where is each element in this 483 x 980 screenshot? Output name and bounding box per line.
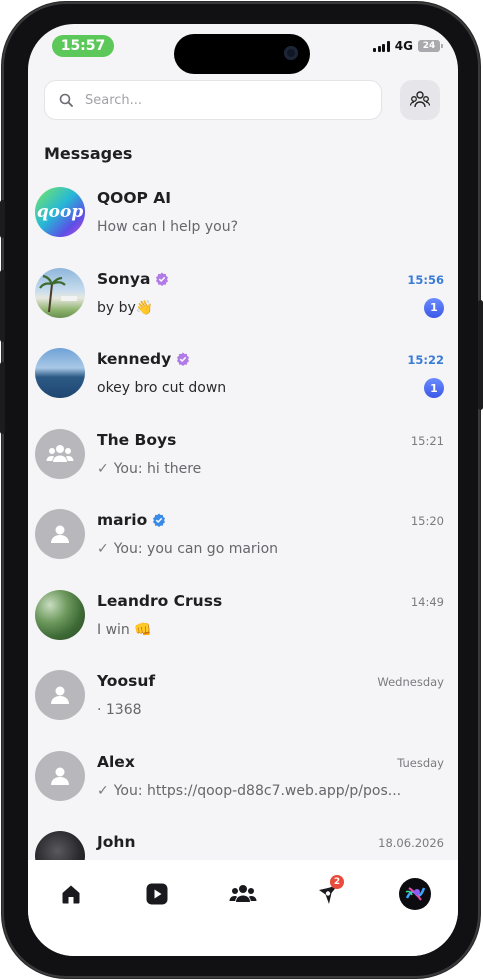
chat-name-text: Alex [97,752,135,771]
chat-name: QOOP AI [97,189,171,207]
chat-time: 18.06.2026 [378,836,444,850]
unread-badge: 1 [424,378,444,398]
chat-time: Wednesday [377,675,444,689]
front-camera-icon [284,46,298,60]
verified-badge-icon [177,352,190,366]
groups-icon [229,885,257,902]
search-input[interactable] [83,91,347,109]
chat-row-kennedy[interactable]: kennedy 15:22 okey bro cut down 1 [28,342,458,423]
chat-name-text: John [97,833,136,851]
qoop-logo-avatar: qoop [35,187,85,237]
chat-name-text: Yoosuf [97,672,156,690]
chat-list: qoop QOOP AI How can I help you? Sonya 1… [28,181,458,906]
chat-time: 15:56 [407,272,444,287]
profile-avatar [399,878,431,910]
nav-home[interactable] [54,877,88,911]
sent-check-icon: ✓ [97,782,109,799]
avatar-photo [35,267,85,318]
avatar-photo [35,589,85,640]
profile-art-icon [400,879,430,909]
group-chat-button[interactable] [400,80,440,120]
status-indicators: 4G 24 [373,39,443,53]
user-avatar [35,750,85,801]
chat-name: kennedy [97,350,190,368]
chat-name: Alex [97,753,135,771]
nav-profile[interactable] [398,877,432,911]
chat-name: Yoosuf [97,672,155,690]
chat-preview: by by👋 [97,299,154,316]
bottom-nav: 2 [28,860,458,956]
user-icon [51,686,69,704]
group-avatar [35,428,85,479]
chat-preview: · 1368 [97,702,142,718]
chat-preview-text: You: hi there [113,460,202,477]
chat-time: 15:21 [410,433,444,448]
group-users-icon [409,91,431,108]
chat-name: Sonya [97,270,169,288]
sent-check-icon: ✓ [97,541,109,557]
volume-down-button [0,362,5,434]
chat-time: 15:20 [410,514,444,528]
chat-row-qoop-ai[interactable]: qoop QOOP AI How can I help you? [28,181,458,262]
chat-time: Tuesday [397,755,444,770]
signal-icon [373,40,390,52]
play-icon [146,883,168,905]
chat-preview: How can I help you? [97,219,239,235]
chat-row-leandro-cruss[interactable]: Leandro Cruss 14:49 I win 👊 [28,584,458,665]
user-icon [51,767,69,785]
nav-groups[interactable] [226,877,260,911]
avatar-photo [35,348,85,398]
power-button [478,300,483,410]
action-button [0,200,5,238]
nav-videos[interactable] [140,877,174,911]
chat-time: 15:22 [407,353,444,367]
chat-preview: I win 👊 [97,621,152,638]
search-bar[interactable] [44,80,382,120]
chat-row-sonya[interactable]: Sonya 15:56 by by👋 1 [28,262,458,343]
chat-preview: okey bro cut down [97,380,227,396]
section-title: Messages [44,144,133,163]
battery-level: 24 [422,41,436,51]
chat-name-text: QOOP AI [97,189,172,207]
group-icon [46,444,74,462]
battery-icon: 24 [418,40,443,52]
chat-name-text: kennedy [97,350,172,368]
home-icon [62,885,80,904]
app-screen: 15:57 4G 24 Messages qoop QOOP AI How ca… [28,24,458,956]
notification-badge: 2 [330,875,344,889]
sent-check-icon: ✓ [97,460,109,477]
status-time: 15:57 [52,35,114,57]
search-icon [59,93,73,107]
chat-row-alex[interactable]: Alex Tuesday ✓ You: https://qoop-d88c7.we… [28,745,458,826]
chat-name-text: Leandro Cruss [97,591,223,610]
chat-name: mario [97,511,166,529]
chat-row-mario[interactable]: mario 15:20 ✓ You: you can go marion [28,503,458,584]
verified-badge-icon [156,272,169,286]
chat-preview: ✓ You: https://qoop-d88c7.web.app/p/pos..… [97,783,401,799]
chat-name: John [97,833,136,851]
chat-name-text: mario [97,511,148,529]
chat-row-yoosuf[interactable]: Yoosuf Wednesday · 1368 [28,664,458,745]
chat-name: Leandro Cruss [97,592,222,610]
unread-badge: 1 [424,297,444,318]
chat-row-the-boys[interactable]: The Boys 15:21 ✓ You: hi there [28,423,458,504]
user-avatar [35,670,85,720]
user-icon [51,525,69,543]
chat-preview-text: You: https://qoop-d88c7.web.app/p/pos... [113,782,402,799]
chat-preview-text: You: you can go marion [113,541,279,557]
palm-tree-icon [39,274,77,312]
chat-name: The Boys [97,431,176,449]
volume-up-button [0,270,5,342]
chat-name-text: Sonya [97,269,151,288]
nav-notifications[interactable]: 2 [312,875,346,911]
network-label: 4G [394,39,413,53]
verified-badge-icon [153,513,166,527]
chat-name-text: The Boys [97,430,177,449]
chat-preview: ✓ You: you can go marion [97,541,278,557]
chat-time: 14:49 [410,594,444,609]
user-avatar [35,509,85,559]
qoop-logo-text: qoop [36,202,84,222]
chat-preview: ✓ You: hi there [97,461,201,477]
dynamic-island [174,34,310,74]
